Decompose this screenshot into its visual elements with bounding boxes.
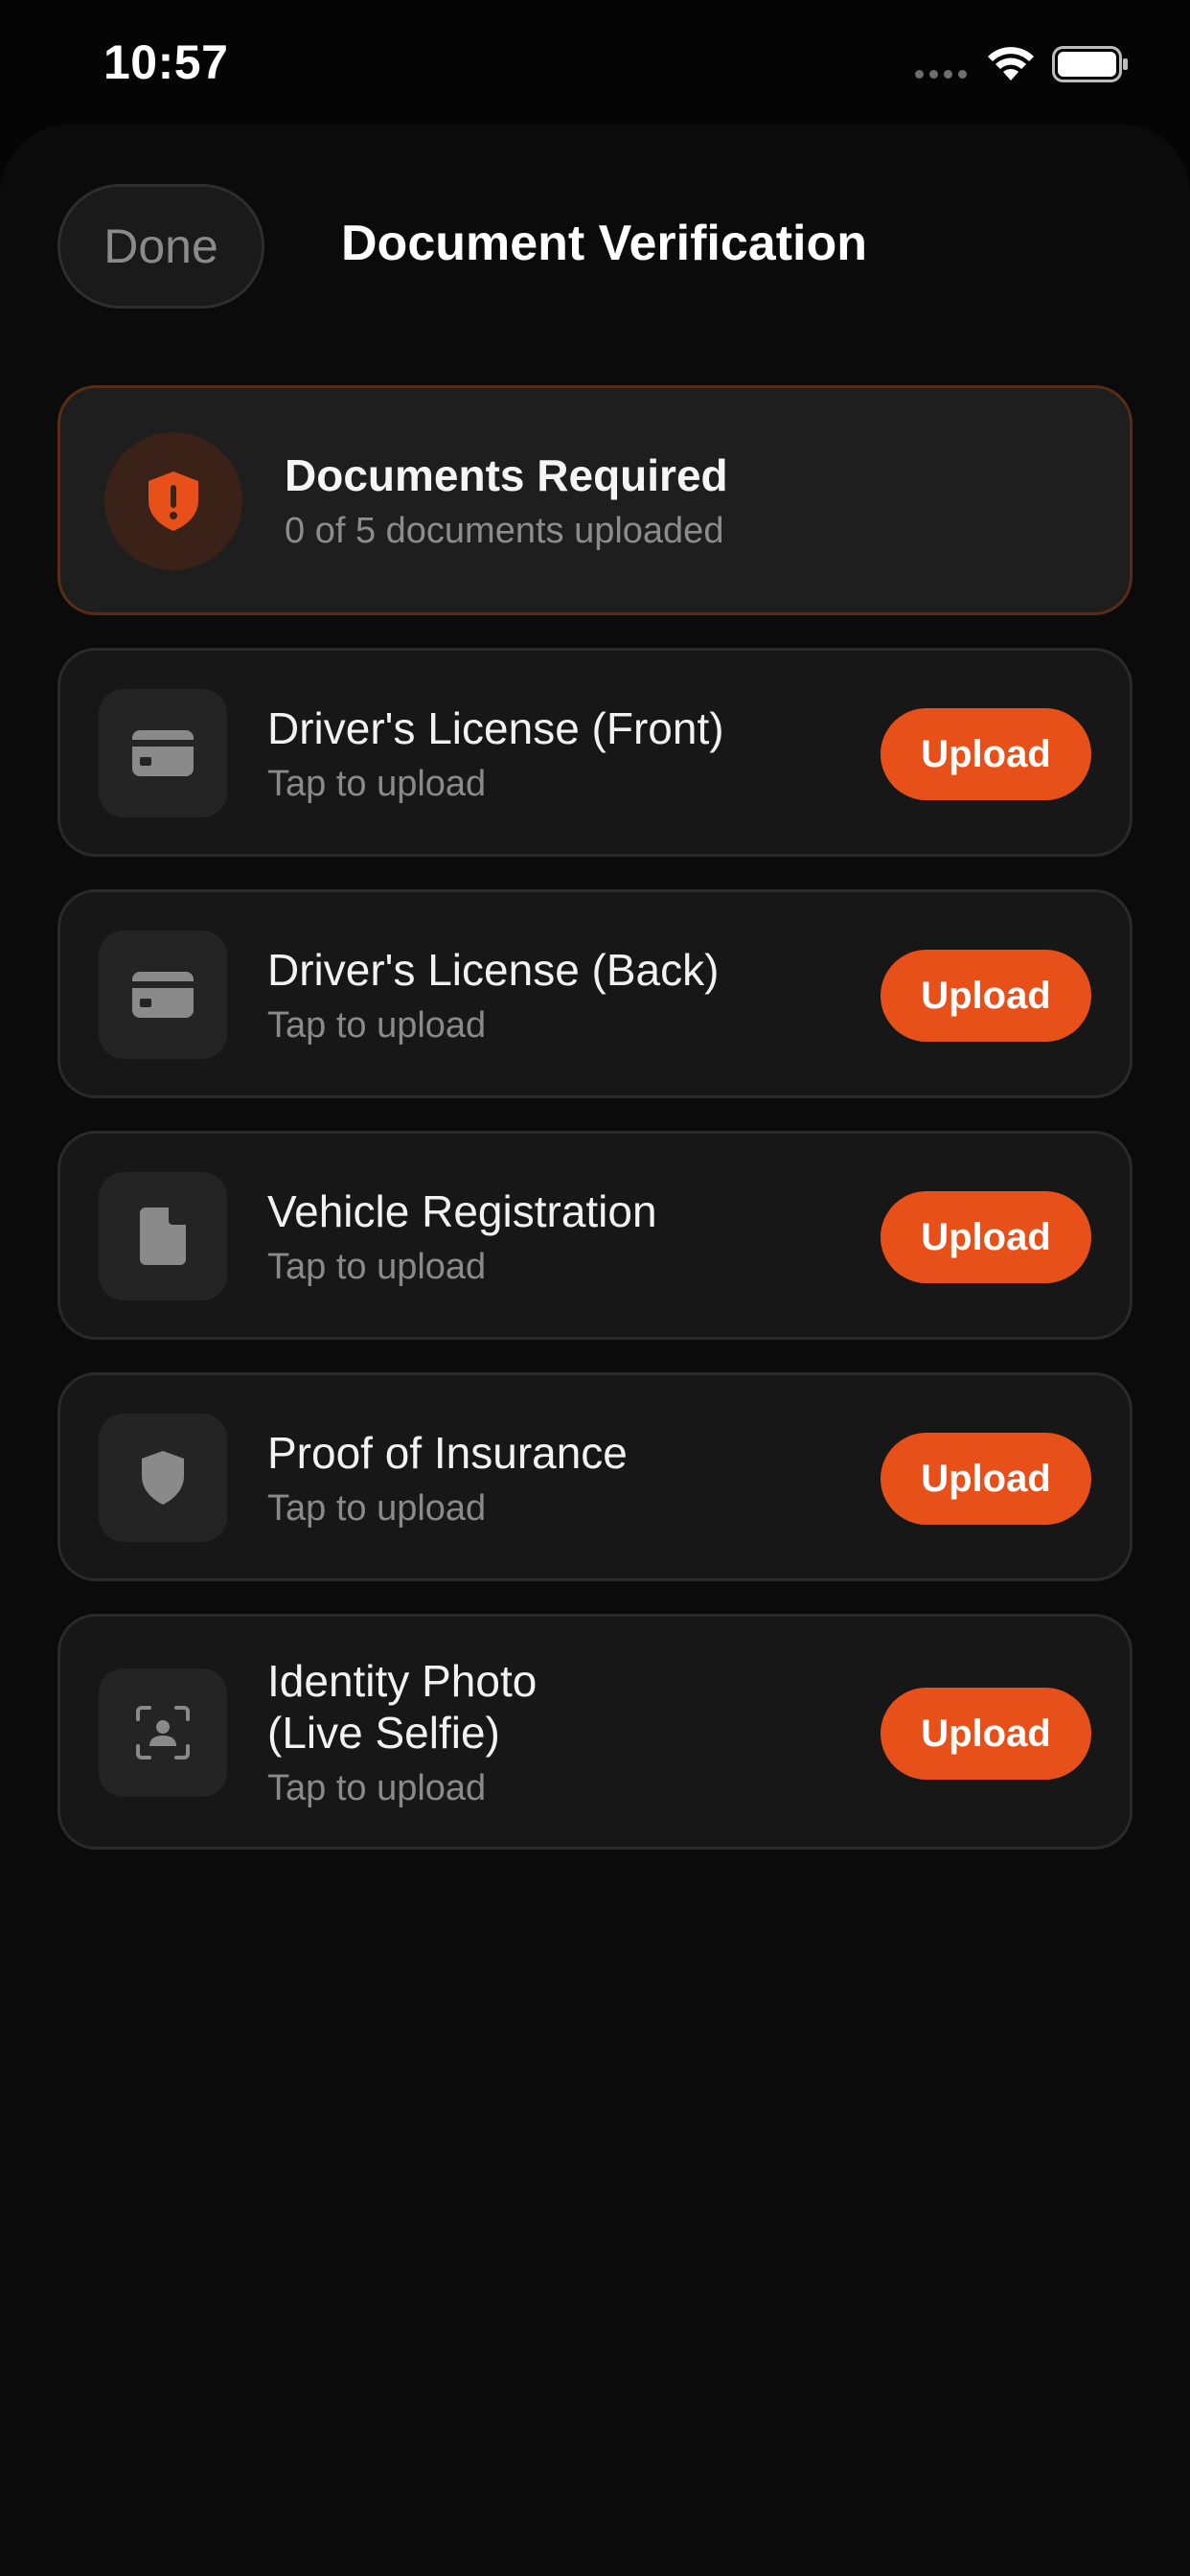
- alert-subtitle: 0 of 5 documents uploaded: [285, 511, 724, 551]
- doc-icon-tile: [99, 1172, 227, 1300]
- cellular-signal-icon: [915, 70, 967, 79]
- document-icon: [140, 1208, 186, 1265]
- status-time: 10:57: [103, 35, 229, 89]
- documents-required-card: Documents Required 0 of 5 documents uplo…: [57, 385, 1133, 615]
- doc-icon-tile: [99, 689, 227, 817]
- alert-icon-circle: [104, 432, 242, 570]
- shield-icon: [142, 1451, 184, 1505]
- document-title: Driver's License (Back): [267, 945, 720, 995]
- done-button[interactable]: Done: [57, 184, 264, 309]
- document-title: Driver's License (Front): [267, 703, 724, 753]
- page-title: Document Verification: [341, 216, 867, 271]
- document-card-license-front[interactable]: Driver's License (Front) Tap to upload U…: [57, 648, 1133, 857]
- upload-button[interactable]: Upload: [881, 1433, 1091, 1525]
- document-card-vehicle-registration[interactable]: Vehicle Registration Tap to upload Uploa…: [57, 1131, 1133, 1340]
- document-subtitle: Tap to upload: [267, 1768, 487, 1808]
- document-card-proof-of-insurance[interactable]: Proof of Insurance Tap to upload Upload: [57, 1372, 1133, 1581]
- face-scan-icon: [136, 1706, 190, 1760]
- document-title-line-2: (Live Selfie): [267, 1708, 500, 1758]
- card-icon: [132, 730, 194, 776]
- upload-button[interactable]: Upload: [881, 1688, 1091, 1780]
- upload-button[interactable]: Upload: [881, 708, 1091, 800]
- document-title: Vehicle Registration: [267, 1186, 657, 1236]
- doc-icon-tile: [99, 1668, 227, 1797]
- card-icon: [132, 972, 194, 1018]
- document-subtitle: Tap to upload: [267, 1488, 487, 1529]
- upload-button[interactable]: Upload: [881, 950, 1091, 1042]
- document-subtitle: Tap to upload: [267, 1005, 487, 1046]
- document-title-line-1: Identity Photo: [267, 1656, 538, 1706]
- document-card-license-back[interactable]: Driver's License (Back) Tap to upload Up…: [57, 889, 1133, 1098]
- upload-button[interactable]: Upload: [881, 1191, 1091, 1283]
- wifi-icon: [988, 47, 1034, 80]
- status-bar: 10:57: [0, 0, 1190, 125]
- document-card-identity-photo[interactable]: Identity Photo (Live Selfie) Tap to uplo…: [57, 1614, 1133, 1850]
- alert-title: Documents Required: [285, 450, 728, 500]
- battery-icon: [1052, 46, 1128, 82]
- doc-icon-tile: [99, 1414, 227, 1542]
- shield-exclamation-icon: [149, 472, 198, 531]
- document-title: Proof of Insurance: [267, 1428, 628, 1478]
- document-subtitle: Tap to upload: [267, 1247, 487, 1287]
- doc-icon-tile: [99, 931, 227, 1059]
- document-subtitle: Tap to upload: [267, 764, 487, 804]
